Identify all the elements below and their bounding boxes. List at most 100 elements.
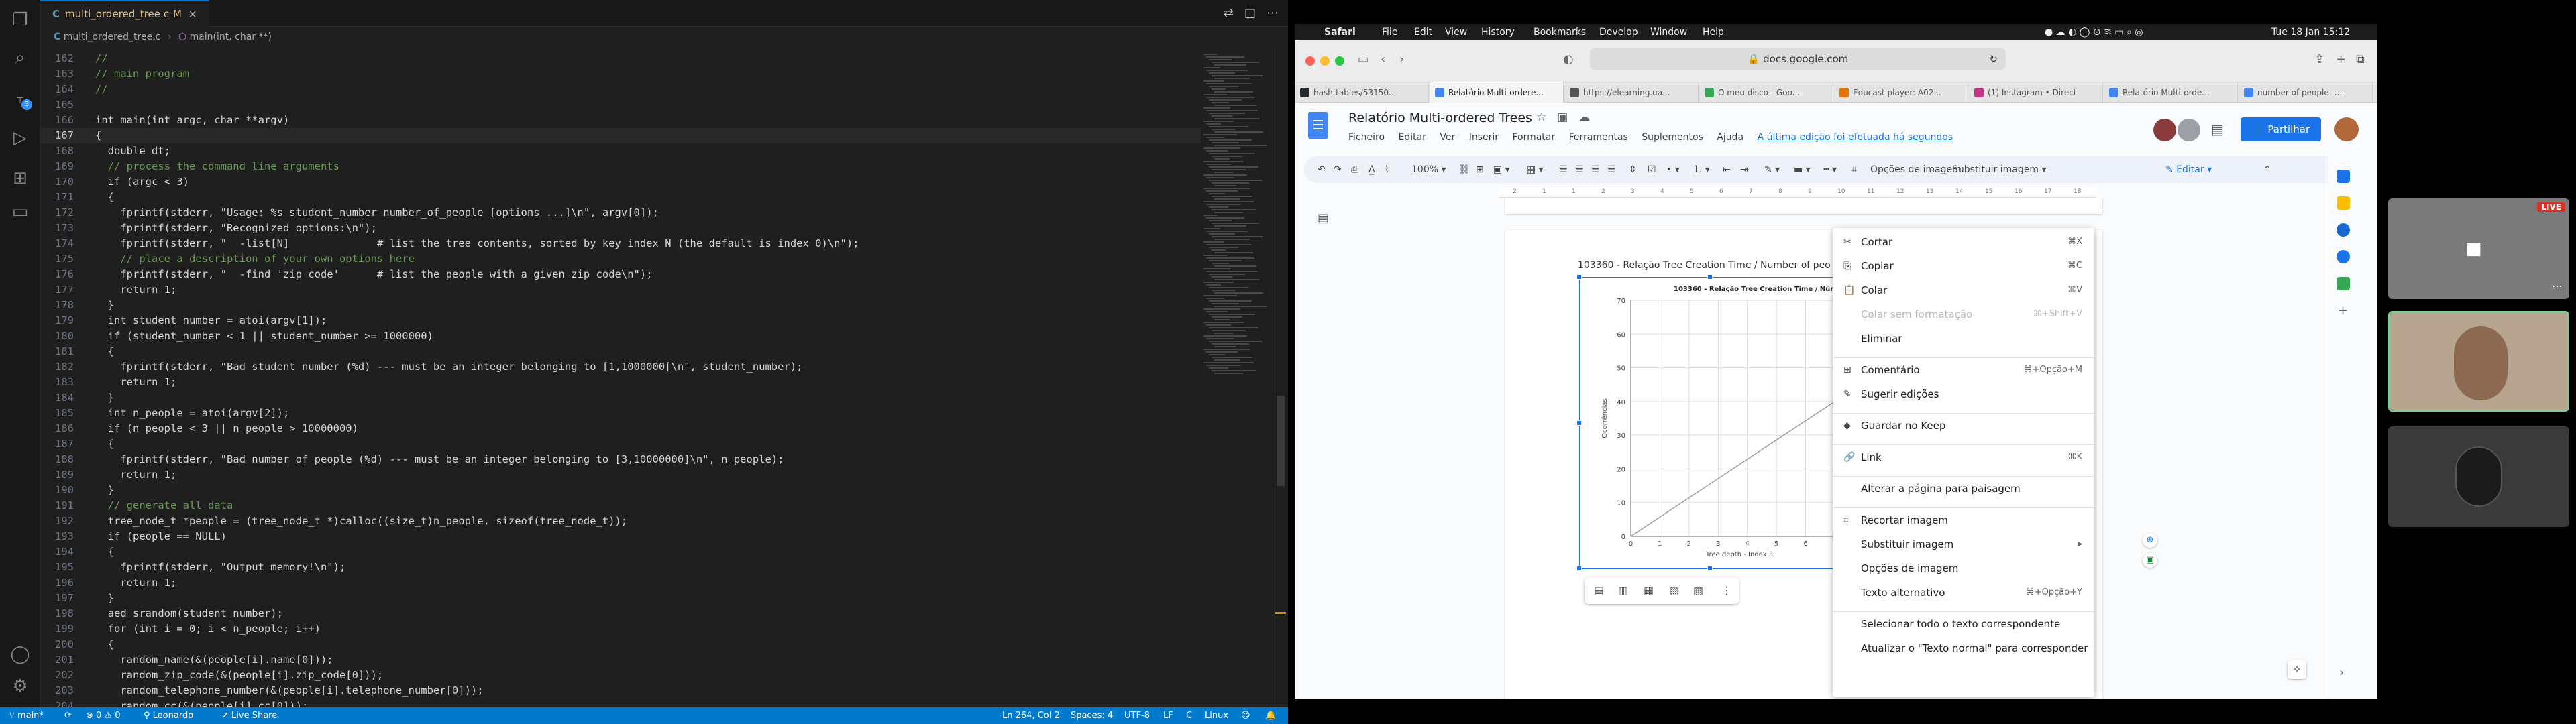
search-icon[interactable]: ⌕ [9,47,31,68]
share-button[interactable]: 👤 Partilhar [2241,117,2321,141]
code-editor[interactable]: 162 // 163 // main program 164 // 165 166 int ma… [40,47,1201,707]
code-line[interactable]: 169 // process the command line argument… [40,159,1201,174]
align-center-icon[interactable]: ☰ [1575,156,1584,183]
resize-handle[interactable] [1707,566,1713,571]
wrap-text-icon[interactable]: ▥ [1618,577,1628,604]
add-comment-icon[interactable]: ⊕ [2143,533,2157,548]
sidebar-icon[interactable]: ▭ [1358,52,1369,66]
video-tile-participant[interactable] [2388,311,2569,412]
share-icon[interactable]: ⇪ [2314,52,2324,66]
context-menu-item[interactable]: 🔗 Link ⌘K [1833,448,2094,466]
context-menu-item[interactable]: ◆ Guardar no Keep [1833,417,2094,434]
checklist-icon[interactable]: ☑ [1648,156,1656,183]
context-menu-item[interactable]: ⌗ Recortar imagem [1833,511,2094,529]
border-color-icon[interactable]: ✎ ▾ [1764,156,1780,183]
feedback-icon[interactable]: ☺ [1241,707,1250,724]
browser-tab[interactable]: Relatório Multi-ordere... [1430,82,1564,103]
context-menu-item[interactable]: ⊞ Comentário ⌘+Opção+M [1833,361,2094,379]
status-platform[interactable]: Linux [1205,707,1228,724]
menu-datetime[interactable]: Tue 18 Jan 15:12 [2271,24,2350,40]
privacy-shield-icon[interactable]: ◐ [1563,52,1574,66]
browser-tab[interactable]: hash-tables/53150... [1295,82,1429,103]
zoom-select[interactable]: 100% ▾ [1411,156,1446,183]
code-line[interactable]: 192 tree_node_t *people = (tree_node_t *… [40,514,1201,529]
close-window-button[interactable] [1305,56,1315,66]
context-menu-item[interactable]: Eliminar [1833,330,2094,347]
explore-icon[interactable]: ✧ [2288,660,2306,679]
account-icon[interactable]: ◯ [9,644,31,665]
border-dash-icon[interactable]: ┅ ▾ [1823,156,1837,183]
status-problems[interactable]: ⊗ 0 ⚠ 0 [86,707,121,724]
collaborator-avatar[interactable] [2153,119,2176,141]
menu-suplementos[interactable]: Suplementos [1642,132,1703,143]
compare-changes-icon[interactable]: ⇄ [1224,6,1234,20]
decrease-indent-icon[interactable]: ⇤ [1723,156,1731,183]
code-line[interactable]: 195 fprintf(stderr, "Output memory!\n"); [40,560,1201,575]
menu-item[interactable]: View [1445,24,1467,40]
code-line[interactable]: 201 random_name(&(people[i].name[0])); [40,652,1201,668]
numbered-list-icon[interactable]: 1. ▾ [1693,156,1710,183]
menu-item[interactable]: Window [1650,24,1687,40]
code-line[interactable]: 194 { [40,544,1201,560]
resize-handle[interactable] [1576,566,1582,571]
address-bar[interactable]: 🔒 docs.google.com ↻ [1590,48,2006,70]
browser-tab[interactable]: https://elearning.ua... [1564,82,1699,103]
browser-tab[interactable]: Relatório Multi-orde... [2104,82,2238,103]
crop-icon[interactable]: ⌗ [1851,156,1857,183]
code-line[interactable]: 175 // place a description of your own o… [40,251,1201,267]
code-line[interactable]: 190 } [40,483,1201,498]
minimap[interactable] [1201,47,1275,707]
align-left-icon[interactable]: ☰ [1559,156,1568,183]
image-options-icon[interactable]: ▦ ▾ [1527,156,1544,183]
context-menu-item[interactable]: Substituir imagem ▸ [1833,536,2094,553]
resize-handle[interactable] [1707,274,1713,280]
more-options-icon[interactable]: ⋯ [2552,280,2563,292]
status-position[interactable]: Ln 264, Col 2 [1002,707,1060,724]
chart-image[interactable]: 103360 - Relação Tree Creation Time / Nú… [1576,274,1843,571]
code-line[interactable]: 172 fprintf(stderr, "Usage: %s student_n… [40,205,1201,221]
justify-icon[interactable]: ☰ [1607,156,1616,183]
code-line[interactable]: 185 int n_people = atoi(argv[2]); [40,406,1201,421]
cloud-status-icon[interactable]: ☁ [1578,111,1590,124]
border-weight-icon[interactable]: ▬ ▾ [1794,156,1811,183]
add-image-icon[interactable]: ▣ [2143,553,2157,568]
move-folder-icon[interactable]: ▣ [1557,111,1568,124]
last-edit-link[interactable]: A última edição foi efetuada há segundos [1758,132,1953,143]
code-line[interactable]: 199 for (int i = 0; i < n_people; i++) [40,621,1201,637]
status-language[interactable]: C [1186,707,1192,724]
add-addon-icon[interactable]: + [2338,304,2348,318]
document-outline-icon[interactable]: ▤ [1318,211,1329,225]
code-line[interactable]: 200 { [40,637,1201,652]
context-menu-item[interactable]: Atualizar o "Texto normal" para correspo… [1833,640,2094,657]
close-icon[interactable]: × [189,8,197,20]
code-line[interactable]: 183 return 1; [40,375,1201,390]
redo-icon[interactable]: ↷ [1334,156,1342,183]
code-line[interactable]: 182 fprintf(stderr, "Bad student number … [40,359,1201,375]
calendar-icon[interactable] [2337,170,2350,183]
code-line[interactable]: 188 fprintf(stderr, "Bad number of peopl… [40,452,1201,467]
menu-item[interactable]: Bookmarks [1534,24,1586,40]
undo-icon[interactable]: ↶ [1318,156,1326,183]
code-line[interactable]: 171 { [40,190,1201,205]
status-spaces[interactable]: Spaces: 4 [1071,707,1113,724]
more-actions-icon[interactable]: ⋯ [1267,6,1279,20]
run-debug-icon[interactable]: ▷ [9,127,31,149]
context-menu-item[interactable]: ✎ Sugerir edições [1833,385,2094,403]
behind-text-icon[interactable]: ▧ [1669,577,1679,604]
video-tile-presenter[interactable]: LIVE ■ ⋯ [2388,198,2569,299]
browser-tab[interactable]: O meu disco - Goo... [1699,82,1833,103]
print-icon[interactable]: ⎙ [1351,156,1358,183]
code-line[interactable]: 204 random_cc(&(people[i].cc[0])); [40,699,1201,707]
account-avatar[interactable] [2334,117,2359,141]
meet-icon[interactable] [2178,119,2200,141]
extensions-icon[interactable]: ⊞ [9,168,31,189]
menu-item[interactable]: Edit [1414,24,1432,40]
context-menu-item[interactable]: ✂ Cortar ⌘X [1833,233,2094,251]
chart-caption[interactable]: 103360 - Relação Tree Creation Time / Nu… [1578,260,1831,271]
context-menu-item[interactable]: Opções de imagem [1833,560,2094,577]
code-line[interactable]: 167 { [40,128,1201,143]
document-title[interactable]: Relatório Multi-ordered Trees [1348,111,1532,125]
replace-image-button[interactable]: Substituir imagem ▾ [1952,156,2047,183]
more-options-icon[interactable]: ⋮ [1721,577,1732,604]
scrollbar-thumb[interactable] [1277,396,1285,486]
